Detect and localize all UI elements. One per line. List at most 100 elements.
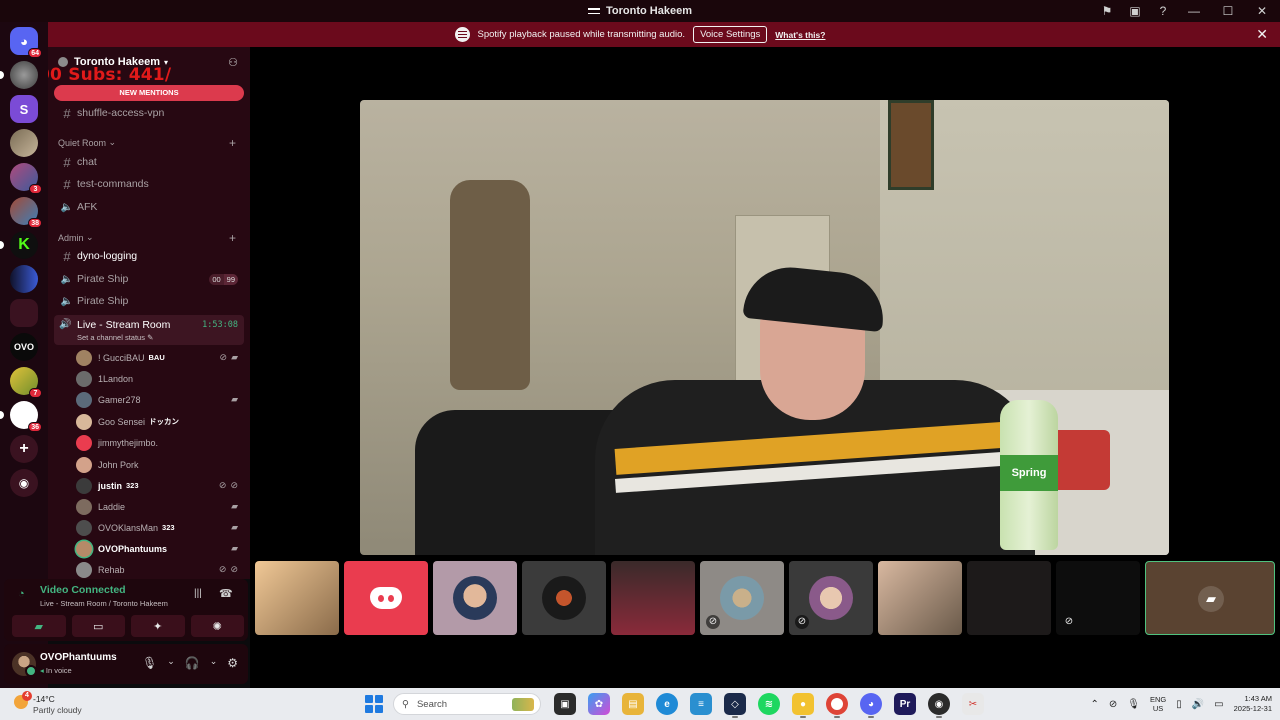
maximize-button[interactable]: ☐ bbox=[1218, 4, 1238, 18]
inbox-flag-icon[interactable]: ⚑ bbox=[1100, 4, 1114, 18]
headphones-icon[interactable]: 🎧 bbox=[185, 656, 200, 670]
signal-icon[interactable]: ◔ bbox=[18, 588, 25, 600]
close-window-button[interactable]: ✕ bbox=[1252, 4, 1272, 18]
server-item-8[interactable] bbox=[10, 265, 38, 293]
avatar[interactable] bbox=[12, 652, 37, 677]
language-indicator[interactable]: ENG US bbox=[1150, 695, 1166, 713]
battery-icon[interactable]: ▭ bbox=[1214, 699, 1223, 710]
direct-messages-icon[interactable]: ◕ 64 bbox=[10, 27, 42, 58]
voice-user[interactable]: John Pork bbox=[76, 454, 244, 475]
phone-link-icon[interactable]: ▯ bbox=[1176, 699, 1182, 710]
category-admin[interactable]: Admin ⌄ + bbox=[58, 231, 238, 245]
voice-user[interactable]: justin 323 ⊘ ⊘ bbox=[76, 475, 244, 496]
voice-user[interactable]: OVOKlansMan 323 ▰ bbox=[76, 517, 244, 538]
camera-toggle-button[interactable]: ▰ bbox=[12, 615, 66, 637]
new-mentions-pill[interactable]: NEW MENTIONS bbox=[54, 85, 244, 101]
windows-start-icon[interactable] bbox=[365, 695, 383, 713]
channel-dyno-logging[interactable]: # dyno-logging bbox=[54, 246, 244, 266]
snipping-tool-icon[interactable]: ✂ bbox=[962, 693, 984, 715]
channel-live-stream-room[interactable]: 🔊 Live - Stream Room 1:53:08 Set a chann… bbox=[54, 315, 244, 345]
vscode-icon[interactable]: ◇ bbox=[724, 693, 746, 718]
close-notice-icon[interactable]: ✕ bbox=[1256, 26, 1268, 43]
voice-user[interactable]: jimmythejimbo. bbox=[76, 432, 244, 453]
chevron-down-icon[interactable]: ⌄ bbox=[210, 656, 218, 670]
whats-this-link[interactable]: What's this? bbox=[775, 30, 825, 40]
voice-user[interactable]: Laddie ▰ bbox=[76, 496, 244, 517]
notepad-icon[interactable]: ≡ bbox=[690, 693, 712, 715]
add-channel-icon[interactable]: + bbox=[229, 136, 236, 150]
edge-icon[interactable]: e bbox=[656, 693, 678, 715]
voice-user[interactable]: OVOPhantuums ▰ bbox=[76, 538, 244, 559]
voice-user[interactable]: Goo Sensei ドッカン bbox=[76, 411, 244, 432]
file-explorer-icon[interactable]: ▤ bbox=[622, 693, 644, 715]
server-shuffle[interactable]: S bbox=[10, 95, 38, 123]
server-item-6[interactable]: 38 bbox=[10, 197, 42, 228]
noise-suppression-icon[interactable]: ||| bbox=[194, 588, 202, 599]
participant-tile[interactable]: ⊘ bbox=[1056, 561, 1140, 635]
server-kick[interactable]: K bbox=[0, 231, 38, 259]
clock[interactable]: 1:43 AM 2025-12-31 bbox=[1234, 694, 1272, 714]
game-app-icon[interactable]: ● bbox=[792, 693, 814, 718]
network-icon[interactable]: ⊘ bbox=[1109, 699, 1117, 710]
category-quiet-room[interactable]: Quiet Room ⌄ + bbox=[58, 136, 238, 150]
participant-tile[interactable]: ⊘ bbox=[700, 561, 784, 635]
server-item-5[interactable]: 3 bbox=[10, 163, 42, 194]
channel-test-commands[interactable]: # test-commands bbox=[54, 174, 244, 194]
server-item-4[interactable] bbox=[10, 129, 38, 157]
discord-app-icon[interactable]: ◕ bbox=[860, 693, 882, 718]
soundboard-button[interactable]: ✺ bbox=[190, 615, 244, 637]
taskbar-search[interactable]: ⚲ Search bbox=[393, 693, 541, 715]
voice-user[interactable]: Gamer278 ▰ bbox=[76, 389, 244, 410]
copilot-icon[interactable]: ✿ bbox=[588, 693, 610, 715]
channel-afk[interactable]: 🔈 AFK bbox=[54, 197, 244, 217]
user-name[interactable]: OVOPhantuums bbox=[40, 652, 117, 663]
task-view-icon[interactable]: ▣ bbox=[554, 693, 576, 715]
channel-status-prompt[interactable]: Set a channel status ✎ bbox=[77, 333, 153, 342]
premiere-icon[interactable]: Pr bbox=[894, 693, 916, 715]
activities-button[interactable]: ✦ bbox=[131, 615, 185, 637]
add-channel-icon[interactable]: + bbox=[229, 231, 236, 245]
microphone-tray-icon[interactable]: 🎙 bbox=[1127, 699, 1140, 710]
participant-tile[interactable] bbox=[878, 561, 962, 635]
camera-icon[interactable]: ▰ bbox=[1198, 586, 1224, 612]
gear-icon[interactable]: ⚙ bbox=[227, 656, 238, 670]
focused-video-feed[interactable]: Spring bbox=[360, 100, 1169, 555]
disconnect-icon[interactable]: ☎ bbox=[219, 587, 233, 600]
server-item-11[interactable]: 7 bbox=[10, 367, 42, 398]
participant-tile[interactable]: ⊘ bbox=[789, 561, 873, 635]
voice-status-title[interactable]: Video Connected bbox=[40, 584, 126, 596]
channel-shuffle-access-vpn[interactable]: # shuffle-access-vpn bbox=[54, 103, 244, 123]
participant-tile[interactable] bbox=[967, 561, 1051, 635]
server-item-12[interactable]: 36 bbox=[0, 401, 42, 432]
microphone-icon[interactable]: 🎙 bbox=[142, 656, 157, 670]
add-server-icon[interactable]: + bbox=[10, 435, 38, 463]
voice-settings-button[interactable]: Voice Settings bbox=[693, 26, 768, 43]
voice-user[interactable]: 1Landon bbox=[76, 368, 244, 389]
participant-tile[interactable] bbox=[255, 561, 339, 635]
self-camera-tile[interactable]: ▰ bbox=[1145, 561, 1275, 635]
participant-tile[interactable] bbox=[522, 561, 606, 635]
channel-pirate-ship-2[interactable]: 🔈 Pirate Ship bbox=[54, 291, 244, 311]
participant-tile[interactable] bbox=[344, 561, 428, 635]
screen-share-icon[interactable]: ▣ bbox=[1128, 4, 1142, 18]
participant-tile[interactable] bbox=[433, 561, 517, 635]
channel-pirate-ship-1[interactable]: 🔈 Pirate Ship 00 99 bbox=[54, 269, 244, 289]
chrome-icon[interactable] bbox=[826, 693, 848, 718]
screen-share-button[interactable]: ▭ bbox=[71, 615, 125, 637]
weather-widget[interactable]: 4 -14°C Partly cloudy bbox=[10, 691, 120, 716]
server-toronto-hakeem[interactable] bbox=[0, 61, 38, 89]
discover-icon[interactable]: ◉ bbox=[10, 469, 38, 497]
volume-icon[interactable]: 🔊 bbox=[1192, 699, 1204, 710]
voice-user[interactable]: Rehab ⊘ ⊘ bbox=[76, 559, 244, 579]
server-item-9[interactable] bbox=[10, 299, 38, 327]
chevron-down-icon[interactable]: ⌄ bbox=[167, 656, 175, 670]
help-icon[interactable]: ? bbox=[1156, 4, 1170, 18]
minimize-button[interactable]: — bbox=[1184, 4, 1204, 18]
obs-icon[interactable]: ◉ bbox=[928, 693, 950, 718]
voice-user[interactable]: ! GucciBAU BAU ⊘ ▰ bbox=[76, 347, 244, 368]
invite-people-icon[interactable]: ⚇ bbox=[228, 56, 238, 69]
spotify-app-icon[interactable]: ≋ bbox=[758, 693, 780, 715]
server-ovo[interactable]: OVO bbox=[10, 333, 38, 361]
chevron-up-icon[interactable]: ⌃ bbox=[1090, 699, 1098, 710]
participant-tile[interactable] bbox=[611, 561, 695, 635]
